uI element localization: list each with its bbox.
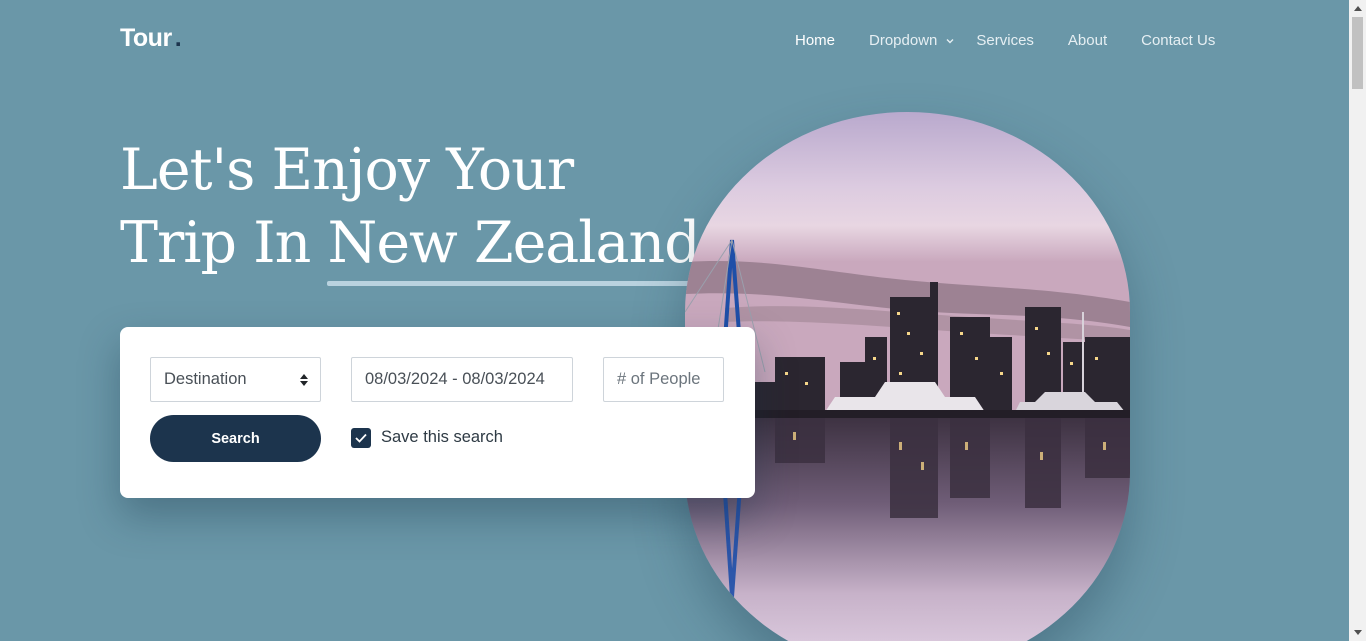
checkmark-icon [355, 433, 367, 443]
main-nav: Home Dropdown Services About Contact Us [795, 32, 1215, 49]
brand-logo[interactable]: Tour. [120, 24, 182, 53]
page: Tour. Home Dropdown Services About Conta… [0, 0, 1349, 641]
date-range-input[interactable]: 08/03/2024 - 08/03/2024 [351, 357, 573, 402]
nav-contact[interactable]: Contact Us [1141, 32, 1215, 49]
nav-home[interactable]: Home [795, 32, 835, 49]
save-search-checkbox[interactable] [351, 428, 371, 448]
vertical-scrollbar[interactable] [1349, 0, 1366, 641]
search-button[interactable]: Search [150, 415, 321, 462]
hero-line-1: Let's Enjoy Your [120, 137, 574, 203]
date-range-value: 08/03/2024 - 08/03/2024 [365, 370, 545, 388]
nav-dropdown-label: Dropdown [869, 32, 938, 49]
search-card: Destination 08/03/2024 - 08/03/2024 # of… [120, 327, 755, 498]
people-input[interactable]: # of People [603, 357, 724, 402]
nav-services-label: Services [976, 32, 1034, 49]
save-search-label[interactable]: Save this search [381, 428, 503, 447]
scroll-down-arrow-icon[interactable] [1349, 624, 1366, 641]
search-button-label: Search [211, 430, 260, 447]
select-arrows-icon [300, 374, 308, 386]
nav-about[interactable]: About [1068, 32, 1107, 49]
hero-line-2: Trip In New Zealand. [120, 207, 718, 286]
nav-services[interactable]: Services [976, 32, 1034, 49]
scrollbar-thumb[interactable] [1352, 17, 1363, 89]
hero-line-2-prefix: Trip In [120, 210, 328, 276]
scroll-up-arrow-icon[interactable] [1349, 0, 1366, 17]
hero-heading: Let's Enjoy Your Trip In New Zealand. [120, 134, 718, 286]
brand-dot: . [174, 24, 182, 52]
nav-dropdown[interactable]: Dropdown [869, 32, 955, 49]
nav-home-label: Home [795, 32, 836, 49]
hero-highlight: New Zealand. [327, 207, 718, 286]
destination-value: Destination [164, 370, 247, 388]
destination-select[interactable]: Destination [150, 357, 321, 402]
chevron-down-icon [946, 38, 954, 43]
brand-name: Tour [120, 24, 172, 52]
nav-about-label: About [1067, 32, 1108, 49]
people-placeholder: # of People [617, 370, 701, 388]
nav-contact-label: Contact Us [1141, 32, 1216, 49]
